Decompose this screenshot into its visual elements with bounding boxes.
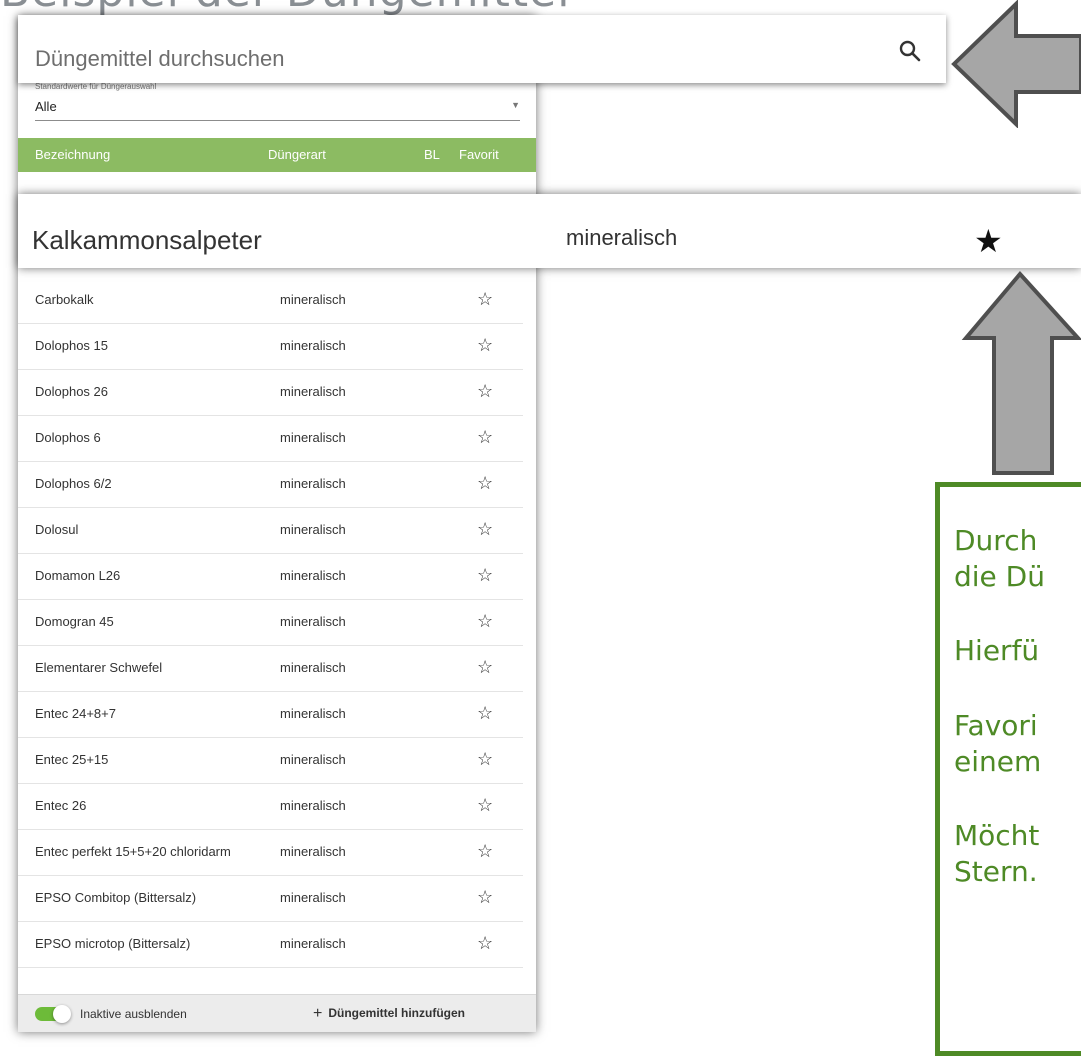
row-name: Dolophos 6/2: [35, 476, 112, 491]
row-type: mineralisch: [280, 522, 346, 537]
plus-icon: +: [313, 1005, 323, 1022]
highlighted-row-name: Kalkammonsalpeter: [32, 225, 262, 255]
info-line: Durch: [954, 524, 1038, 557]
row-type: mineralisch: [280, 660, 346, 675]
star-outline-icon[interactable]: ☆: [477, 887, 493, 908]
fertilizer-filter-select[interactable]: Alle ▼: [35, 98, 520, 121]
star-outline-icon[interactable]: ☆: [477, 611, 493, 632]
info-line: Möcht: [954, 819, 1040, 852]
toggle-knob: [53, 1005, 71, 1023]
table-row[interactable]: Entec perfekt 15+5+20 chloridarm minerali…: [18, 830, 523, 876]
column-header-type[interactable]: Düngerart: [268, 147, 326, 162]
arrow-left-icon: [951, 0, 1081, 128]
column-header-favorite[interactable]: Favorit: [459, 147, 499, 162]
table-row[interactable]: Dolophos 15 mineralisch ☆: [18, 324, 523, 370]
star-outline-icon[interactable]: ☆: [477, 289, 493, 310]
row-name: Dolophos 15: [35, 338, 108, 353]
star-outline-icon[interactable]: ☆: [477, 565, 493, 586]
row-name: Domogran 45: [35, 614, 114, 629]
info-box: Durch die Dü Hierfü Favori einem Möcht S…: [935, 482, 1081, 1056]
row-name: EPSO microtop (Bittersalz): [35, 936, 191, 951]
table-row[interactable]: Dolophos 26 mineralisch ☆: [18, 370, 523, 416]
star-outline-icon[interactable]: ☆: [477, 749, 493, 770]
table-row[interactable]: Carbokalk mineralisch ☆: [18, 278, 523, 324]
highlighted-row[interactable]: Kalkammonsalpeter mineralisch ★: [18, 194, 1081, 268]
fertilizer-table-body: Carbokalk mineralisch ☆ Dolophos 15 mineral…: [18, 278, 536, 968]
row-name: Dolophos 26: [35, 384, 108, 399]
filter-label: Standardwerte für Düngerauswahl: [35, 82, 157, 91]
row-name: Entec 24+8+7: [35, 706, 116, 721]
row-name: Dolosul: [35, 522, 79, 537]
row-name: Dolophos 6: [35, 430, 101, 445]
table-row[interactable]: Domamon L26 mineralisch ☆: [18, 554, 523, 600]
row-type: mineralisch: [280, 936, 346, 951]
star-outline-icon[interactable]: ☆: [477, 473, 493, 494]
row-name: EPSO Combitop (Bittersalz): [35, 890, 197, 905]
row-name: Elementarer Schwefel: [35, 660, 163, 675]
row-type: mineralisch: [280, 430, 346, 445]
info-line: Hierfü: [954, 634, 1040, 667]
row-type: mineralisch: [280, 890, 346, 905]
row-type: mineralisch: [280, 752, 346, 767]
row-name: Entec perfekt 15+5+20 chloridarm: [35, 844, 231, 859]
row-type: mineralisch: [280, 706, 346, 721]
inactive-toggle[interactable]: [35, 1005, 71, 1023]
column-header-bl[interactable]: BL: [424, 147, 440, 162]
info-line: Stern.: [954, 855, 1038, 888]
row-name: Entec 25+15: [35, 752, 109, 767]
filter-value: Alle: [35, 99, 57, 114]
info-line: die Dü: [954, 560, 1045, 593]
star-outline-icon[interactable]: ☆: [477, 335, 493, 356]
search-icon[interactable]: [898, 39, 922, 63]
arrow-up-icon: [961, 270, 1081, 475]
row-type: mineralisch: [280, 384, 346, 399]
info-line: einem: [954, 745, 1042, 778]
add-fertilizer-button[interactable]: + Düngemittel hinzufügen: [313, 1005, 465, 1023]
table-row[interactable]: Entec 24+8+7 mineralisch ☆: [18, 692, 523, 738]
inactive-toggle-label: Inaktive ausblenden: [80, 1007, 187, 1021]
row-type: mineralisch: [280, 844, 346, 859]
table-row[interactable]: Domogran 45 mineralisch ☆: [18, 600, 523, 646]
row-type: mineralisch: [280, 568, 346, 583]
info-line: Favori: [954, 709, 1038, 742]
star-outline-icon[interactable]: ☆: [477, 657, 493, 678]
column-header-name[interactable]: Bezeichnung: [35, 147, 110, 162]
row-type: mineralisch: [280, 338, 346, 353]
search-input[interactable]: Düngemittel durchsuchen: [35, 46, 284, 72]
row-type: mineralisch: [280, 614, 346, 629]
star-outline-icon[interactable]: ☆: [477, 841, 493, 862]
star-outline-icon[interactable]: ☆: [477, 703, 493, 724]
row-type: mineralisch: [280, 476, 346, 491]
table-row[interactable]: EPSO Combitop (Bittersalz) mineralisch ☆: [18, 876, 523, 922]
highlighted-row-type: mineralisch: [566, 225, 678, 250]
search-bar[interactable]: Düngemittel durchsuchen: [18, 15, 946, 83]
table-row[interactable]: Entec 26 mineralisch ☆: [18, 784, 523, 830]
star-outline-icon[interactable]: ☆: [477, 795, 493, 816]
fertilizer-panel: Standardwerte für Düngerauswahl Alle ▼ B…: [18, 16, 536, 1032]
star-outline-icon[interactable]: ☆: [477, 933, 493, 954]
table-row[interactable]: Entec 25+15 mineralisch ☆: [18, 738, 523, 784]
table-row[interactable]: EPSO microtop (Bittersalz) mineralisch ☆: [18, 922, 523, 968]
table-row[interactable]: Dolophos 6 mineralisch ☆: [18, 416, 523, 462]
row-name: Carbokalk: [35, 292, 94, 307]
star-filled-icon[interactable]: ★: [974, 222, 1003, 260]
star-outline-icon[interactable]: ☆: [477, 427, 493, 448]
row-name: Domamon L26: [35, 568, 121, 583]
table-row[interactable]: Elementarer Schwefel mineralisch ☆: [18, 646, 523, 692]
row-type: mineralisch: [280, 798, 346, 813]
table-row[interactable]: Dolophos 6/2 mineralisch ☆: [18, 462, 523, 508]
row-type: mineralisch: [280, 292, 346, 307]
row-name: Entec 26: [35, 798, 87, 813]
star-outline-icon[interactable]: ☆: [477, 381, 493, 402]
chevron-down-icon: ▼: [511, 100, 520, 110]
table-row[interactable]: Dolosul mineralisch ☆: [18, 508, 523, 554]
table-header: Bezeichnung Düngerart BL Favorit: [18, 138, 536, 172]
star-outline-icon[interactable]: ☆: [477, 519, 493, 540]
add-fertilizer-label: Düngemittel hinzufügen: [328, 1006, 465, 1020]
panel-footer: Inaktive ausblenden + Düngemittel hinzufü…: [18, 994, 536, 1032]
